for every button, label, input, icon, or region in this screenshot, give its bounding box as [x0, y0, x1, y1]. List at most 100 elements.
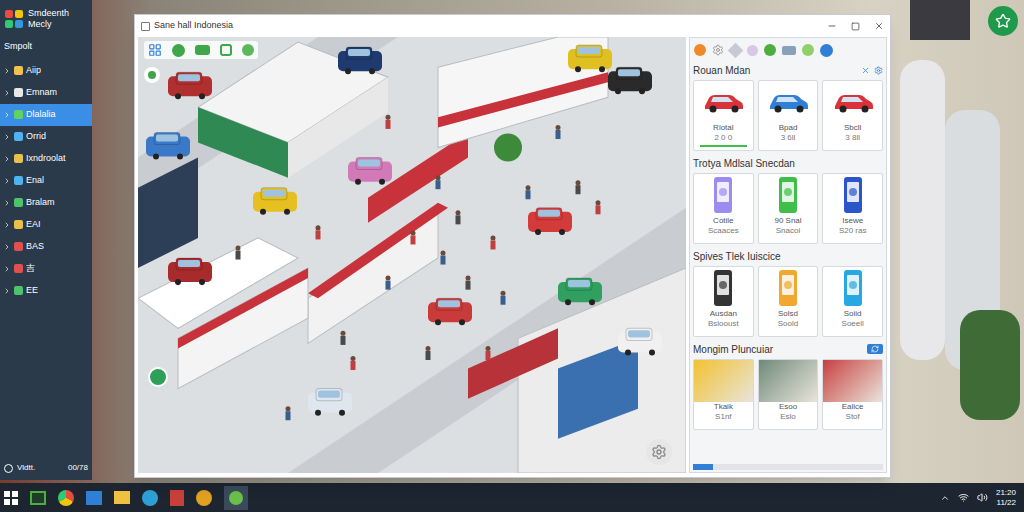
car-icon [831, 90, 875, 114]
recycle-icon[interactable] [764, 44, 776, 56]
car-marker [428, 298, 472, 325]
product-card[interactable]: SoiidSoeell [822, 266, 883, 337]
item-icon [14, 198, 23, 207]
product-card[interactable]: EaliceStof [822, 359, 883, 430]
product-card[interactable]: Bpad3 6ll [758, 80, 819, 151]
windows-icon[interactable] [4, 491, 18, 505]
chrome-app-icon[interactable] [196, 490, 212, 506]
mall-map[interactable] [138, 37, 686, 473]
product-card[interactable]: SolsdSoold [758, 266, 819, 337]
product-icon [773, 268, 803, 308]
orange-tool-icon[interactable] [694, 44, 706, 56]
product-card[interactable]: 90 SnalSnacoi [758, 173, 819, 244]
car-tool-icon[interactable] [195, 45, 210, 55]
close-section-icon[interactable] [861, 66, 870, 75]
card-detail: Eslo [780, 412, 796, 422]
card-row: AusdanBslooustSolsdSooldSoiidSoeell [693, 266, 883, 337]
grid-icon[interactable] [148, 43, 162, 57]
product-card[interactable]: CotileScaaces [693, 173, 754, 244]
card-detail: 2 0 0 [714, 133, 732, 143]
edge-app-icon[interactable] [142, 490, 158, 506]
selected-bar [700, 145, 747, 147]
product-icon [708, 268, 738, 308]
sidebar-item[interactable]: Emnam [0, 82, 92, 104]
product-card[interactable]: Rlotal2 0 0 [693, 80, 754, 151]
sidebar-item[interactable]: 吉 [0, 258, 92, 280]
favorite-icon[interactable] [988, 6, 1018, 36]
car-marker [168, 258, 212, 285]
product-icon [708, 175, 738, 215]
sidebar-item[interactable]: Enal [0, 170, 92, 192]
card-name: Tkaik [714, 402, 733, 412]
sidebar-item[interactable]: EAI [0, 214, 92, 236]
leaf-icon[interactable] [802, 44, 814, 56]
card-detail: S1nf [715, 412, 731, 422]
card-name: Cotile [713, 216, 733, 226]
person-marker [426, 346, 431, 360]
sidebar-section: Smpolt [0, 40, 92, 54]
product-card[interactable]: EsooEslo [758, 359, 819, 430]
card-detail: 3 6ll [781, 133, 796, 143]
product-card[interactable]: Sbcll3 8ll [822, 80, 883, 151]
card-detail: Snacoi [776, 226, 800, 236]
monitor-app-icon[interactable] [30, 491, 46, 505]
sidebar-item[interactable]: BAS [0, 236, 92, 258]
maximize-icon[interactable] [851, 22, 860, 31]
shape-tool-icon[interactable] [220, 44, 232, 56]
active-app-icon[interactable] [224, 486, 248, 510]
chevron-icon [3, 67, 11, 75]
sidebar: SmdeenthMeclySmpoltAiipEmnamDlalaliaOrri… [0, 0, 92, 480]
minimize-icon[interactable] [827, 21, 837, 31]
car-marker [558, 278, 602, 305]
map-action-icon[interactable] [148, 367, 168, 387]
person-marker [441, 250, 446, 264]
status-dot-icon [4, 464, 13, 473]
item-icon [14, 66, 23, 75]
card-row: CotileScaaces90 SnalSnacoiIseweS20 ras [693, 173, 883, 244]
product-icon [773, 175, 803, 215]
help-icon[interactable] [820, 44, 833, 57]
sidebar-item[interactable]: Ixndroolat [0, 148, 92, 170]
panel-scrollbar[interactable] [693, 464, 883, 470]
wifi-icon[interactable] [958, 492, 969, 503]
person-marker [491, 235, 496, 249]
product-card[interactable]: IseweS20 ras [822, 173, 883, 244]
window-app-icon[interactable] [86, 491, 102, 505]
tag-icon[interactable] [728, 42, 744, 58]
section-title: Trotya Mdlsal Snecdan [693, 156, 795, 171]
card-name: Rlotal [713, 123, 733, 133]
product-card[interactable]: TkaikS1nf [693, 359, 754, 430]
leaf-tool-icon[interactable] [242, 44, 254, 56]
tree-icon[interactable] [172, 44, 185, 57]
section-gear-icon[interactable] [874, 66, 883, 75]
tray-expand-icon[interactable] [940, 493, 950, 503]
folder-app-icon[interactable] [114, 491, 130, 504]
desktop: SmdeenthMeclySmpoltAiipEmnamDlalaliaOrri… [0, 0, 1024, 483]
browser-app-icon[interactable] [58, 490, 74, 506]
product-card[interactable]: AusdanBslooust [693, 266, 754, 337]
gear-icon[interactable] [712, 44, 724, 56]
photo-thumbnail [694, 360, 753, 402]
close-icon[interactable] [874, 21, 884, 31]
refresh-badge[interactable] [867, 344, 883, 354]
person-marker [576, 180, 581, 194]
car-filter-icon[interactable] [782, 46, 796, 55]
sidebar-item[interactable]: Orrid [0, 126, 92, 148]
sidebar-item[interactable]: EE [0, 280, 92, 302]
map-badge-icon[interactable] [144, 67, 160, 83]
sidebar-item[interactable]: Dlalalia [0, 104, 92, 126]
sidebar-item[interactable]: Bralam [0, 192, 92, 214]
office-app-icon[interactable] [170, 490, 184, 506]
heart-icon[interactable] [747, 45, 758, 56]
chevron-icon [3, 111, 11, 119]
car-marker [168, 72, 212, 99]
chevron-icon [3, 199, 11, 207]
map-settings-icon[interactable] [646, 439, 672, 465]
person-marker [386, 115, 391, 129]
car-marker [308, 389, 352, 416]
volume-icon[interactable] [977, 492, 988, 503]
sidebar-item[interactable]: Aiip [0, 60, 92, 82]
item-icon [14, 88, 23, 97]
clock[interactable]: 21:2011/22 [996, 488, 1016, 508]
card-name: Solsd [778, 309, 798, 319]
